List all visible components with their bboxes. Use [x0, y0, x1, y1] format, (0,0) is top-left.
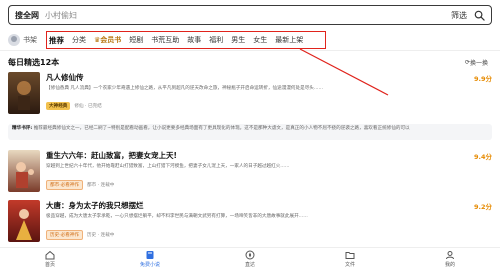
tab-vip-books[interactable]: ♛会员书	[94, 35, 121, 45]
refresh-label: 换一换	[469, 60, 488, 67]
avatar	[8, 34, 20, 46]
review-text: 推荐最经典修仙文之一，已经二刷了~特别是配看动画看，让小说更要多经典场面有了更具…	[33, 126, 410, 131]
tab-book-help[interactable]: 书荒互助	[151, 35, 179, 45]
bottom-nav-direct[interactable]: 直达	[200, 248, 300, 270]
book-meta: 大神经典 修仙 · 已完结	[46, 102, 102, 110]
bottom-nav-free-novels[interactable]: 免费小说	[100, 248, 200, 270]
bottom-nav: 首页 免费小说 直达 文件 我的	[0, 247, 500, 270]
book-description: 穿越到上世纪六十年代，他开始靠赶山打猎致富，上山打猎下河摸鱼，把妻子女儿宠上天，…	[46, 164, 290, 169]
book-score: 9.2分	[473, 203, 492, 211]
search-icon[interactable]	[473, 9, 485, 21]
refresh-button[interactable]: ⟳ 换一换	[465, 58, 488, 67]
book-card[interactable]: 凡人修仙传 9.9分 【修仙香典 凡人流典】一个农家少年奇遇上修仙之路，从平凡到…	[8, 72, 494, 116]
book-title[interactable]: 大唐：身为太子的我只想摆烂	[46, 200, 144, 211]
tab-female[interactable]: 女生	[253, 35, 267, 45]
book-cover[interactable]	[8, 150, 40, 192]
bottom-nav-label: 首页	[44, 262, 55, 268]
tab-category[interactable]: 分类	[72, 35, 86, 45]
book-icon	[145, 250, 155, 260]
compass-icon	[245, 250, 255, 260]
tab-vip-label: 会员书	[100, 36, 122, 44]
bookshelf-label: 书架	[23, 36, 37, 44]
search-scope-label[interactable]: 搜全网	[15, 10, 39, 21]
bottom-nav-label: 我的	[444, 262, 455, 268]
book-review[interactable]: 精华书评: 推荐最经典修仙文之一，已经二刷了~特别是配看动画看，让小说更要多经典…	[8, 124, 492, 140]
book-genre-status: 历史 · 连载中	[87, 233, 115, 238]
nav-divider	[0, 50, 500, 51]
folder-icon	[345, 250, 355, 260]
home-icon	[45, 250, 55, 260]
section-title: 每日精选12本	[8, 58, 60, 67]
book-card[interactable]: 大唐：身为太子的我只想摆烂 9.2分 极品穿越，成为大唐太子李承乾，一心只想摆烂…	[8, 200, 494, 244]
book-title[interactable]: 重生六六年：赶山致富，把妻女宠上天!	[46, 150, 177, 161]
tab-male[interactable]: 男生	[231, 35, 245, 45]
book-cover[interactable]	[8, 200, 40, 242]
category-nav: 书架 推荐 分类 ♛会员书 短剧 书荒互助 故事 福利 男生 女生 最新上架	[0, 31, 500, 49]
tab-recommend[interactable]: 推荐	[49, 35, 64, 46]
book-cover[interactable]	[8, 72, 40, 114]
user-icon	[445, 250, 455, 260]
book-badge: 都市·必看神作	[46, 180, 84, 190]
filter-button[interactable]: 筛选	[451, 10, 467, 21]
top-bar: 搜全网 小村偷妇 筛选	[0, 0, 500, 30]
tab-stories[interactable]: 故事	[187, 35, 201, 45]
bookshelf-button[interactable]: 书架	[8, 34, 48, 46]
bottom-nav-home[interactable]: 首页	[0, 248, 100, 270]
book-card[interactable]: 重生六六年：赶山致富，把妻女宠上天! 9.4分 穿越到上世纪六十年代，他开始靠赶…	[8, 150, 494, 194]
book-meta: 历史·必看神作 历史 · 连载中	[46, 230, 114, 240]
bottom-nav-me[interactable]: 我的	[400, 248, 500, 270]
search-box[interactable]: 搜全网 小村偷妇 筛选	[8, 5, 492, 25]
book-badge: 历史·必看神作	[46, 230, 84, 240]
tab-new-arrivals[interactable]: 最新上架	[275, 35, 303, 45]
book-score: 9.4分	[473, 153, 492, 161]
bottom-nav-label: 直达	[244, 262, 255, 268]
book-description: 极品穿越，成为大唐太子李承乾，一心只想摆烂躺平，却不料李世民与满朝文武另有打算，…	[46, 214, 308, 219]
review-label: 精华书评:	[12, 126, 33, 131]
book-genre-status: 都市 · 连载中	[87, 183, 115, 188]
tab-short-drama[interactable]: 短剧	[129, 35, 143, 45]
category-tabs: 推荐 分类 ♛会员书 短剧 书荒互助 故事 福利 男生 女生 最新上架	[46, 31, 326, 49]
book-description: 【修仙香典 凡人流典】一个农家少年奇遇上修仙之路，从平凡到超凡的逆天改命之旅，神…	[46, 86, 324, 91]
book-score: 9.9分	[473, 75, 492, 83]
book-meta: 都市·必看神作 都市 · 连载中	[46, 180, 114, 190]
book-title[interactable]: 凡人修仙传	[46, 72, 84, 83]
search-input[interactable]: 小村偷妇	[45, 10, 447, 21]
book-badge: 大神经典	[46, 102, 71, 110]
tab-welfare[interactable]: 福利	[209, 35, 223, 45]
bottom-nav-label: 免费小说	[139, 262, 160, 268]
book-genre-status: 修仙 · 已完结	[74, 104, 102, 109]
bottom-nav-label: 文件	[344, 262, 355, 268]
bottom-nav-files[interactable]: 文件	[300, 248, 400, 270]
